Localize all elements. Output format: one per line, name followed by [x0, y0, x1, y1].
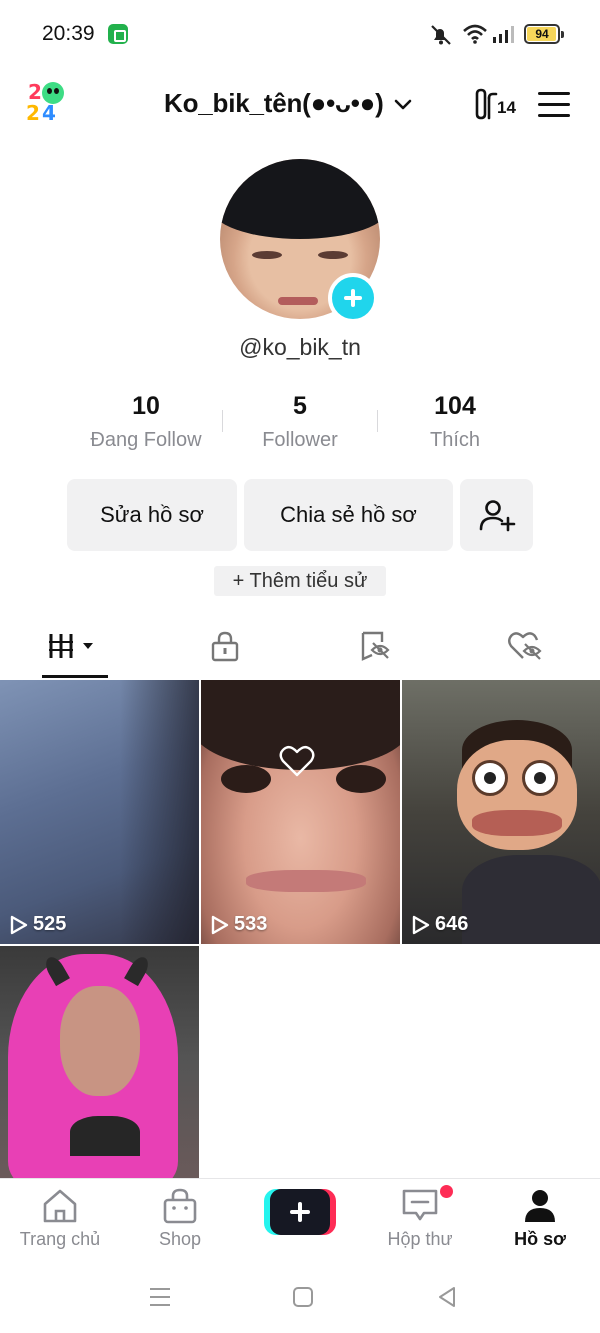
add-friend-icon — [479, 500, 515, 532]
status-bar: 20:39 94 — [0, 0, 600, 70]
liked-hidden-icon — [508, 632, 542, 660]
video-thumbnail[interactable]: 646 — [402, 680, 600, 944]
stat-likes-value: 104 — [434, 392, 476, 420]
stat-following[interactable]: 10 Đang Follow — [66, 392, 226, 452]
profile-handle: @ko_bik_tn — [239, 334, 361, 360]
tab-private[interactable] — [150, 612, 300, 680]
video-views-count: 646 — [435, 913, 469, 935]
stat-followers-label: Follower — [262, 429, 338, 451]
edit-profile-button[interactable]: Sửa hồ sơ — [67, 479, 237, 551]
shopping-bag-icon — [163, 1188, 197, 1224]
nav-home[interactable]: Trang chủ — [0, 1187, 120, 1250]
profile-header: 224 Ko_bik_tên(●•ᴗ•●) 14 — [0, 70, 600, 140]
signal-icon — [493, 26, 514, 43]
video-views: 525 — [10, 913, 66, 936]
video-views: 533 — [211, 913, 267, 936]
video-views: 646 — [412, 913, 468, 936]
battery-level: 94 — [535, 27, 549, 41]
nav-profile[interactable]: Hồ sơ — [480, 1187, 600, 1250]
recent-apps-icon[interactable] — [148, 1286, 172, 1308]
lock-icon — [211, 631, 239, 662]
profile-tabs — [0, 612, 600, 680]
share-profile-button[interactable]: Chia sẻ hồ sơ — [244, 479, 453, 551]
create-button[interactable] — [264, 1189, 336, 1235]
video-views-count: 525 — [33, 913, 67, 935]
bottom-nav: Trang chủ Shop Hộp thư Hồ sơ — [0, 1178, 600, 1262]
tab-liked[interactable] — [450, 612, 600, 680]
profile-stats: 10 Đang Follow 5 Follower 104 Thích — [0, 392, 600, 462]
hidden-video-icon — [361, 631, 390, 661]
heart-icon — [279, 745, 315, 777]
status-time: 20:39 — [42, 22, 95, 45]
video-thumbnail[interactable]: 525 — [0, 680, 199, 944]
nav-profile-label: Hồ sơ — [514, 1229, 566, 1249]
active-tab-indicator — [42, 675, 108, 678]
nav-shop-label: Shop — [158, 1229, 202, 1249]
home-square-icon[interactable] — [292, 1286, 314, 1308]
creator-badge-count: 14 — [497, 98, 516, 117]
video-thumbnail[interactable]: 533 — [201, 680, 400, 944]
video-views-count: 533 — [234, 913, 268, 935]
play-icon — [211, 915, 229, 934]
year-2024-icon[interactable]: 224 — [26, 82, 70, 126]
wifi-icon — [463, 24, 487, 44]
system-nav-bar — [0, 1262, 600, 1333]
videos-grid-icon — [49, 634, 93, 658]
stat-followers-value: 5 — [293, 392, 307, 420]
play-icon — [10, 915, 28, 934]
stat-likes[interactable]: 104 Thích — [375, 392, 535, 452]
account-username: Ko_bik_tên(●•ᴗ•●) — [164, 88, 384, 118]
stat-following-value: 10 — [132, 392, 160, 420]
mute-icon — [431, 25, 451, 45]
play-icon — [412, 915, 430, 934]
stat-followers[interactable]: 5 Follower — [220, 392, 380, 452]
inbox-icon — [402, 1189, 438, 1221]
menu-icon[interactable] — [538, 92, 570, 118]
account-switcher[interactable]: Ko_bik_tên(●•ᴗ•●) — [164, 88, 414, 119]
notification-app-icon — [108, 24, 128, 44]
chevron-down-icon — [394, 99, 411, 109]
nav-home-label: Trang chủ — [19, 1229, 101, 1249]
home-icon — [43, 1189, 77, 1223]
stat-likes-label: Thích — [429, 429, 481, 451]
back-icon[interactable] — [436, 1285, 458, 1309]
nav-shop[interactable]: Shop — [120, 1187, 240, 1250]
video-thumbnail[interactable] — [0, 946, 199, 1178]
nav-inbox[interactable]: Hộp thư — [360, 1187, 480, 1250]
inbox-notification-dot — [440, 1185, 453, 1198]
tab-reposts[interactable] — [300, 612, 450, 680]
add-friends-button[interactable] — [460, 479, 533, 551]
add-bio-button[interactable]: + Thêm tiểu sử — [214, 566, 386, 596]
battery-icon: 94 — [524, 24, 564, 44]
stat-following-label: Đang Follow — [90, 429, 202, 451]
add-avatar-button[interactable] — [328, 273, 378, 323]
profile-icon — [525, 1190, 555, 1222]
nav-inbox-label: Hộp thư — [387, 1229, 453, 1249]
tab-videos[interactable] — [0, 612, 150, 680]
